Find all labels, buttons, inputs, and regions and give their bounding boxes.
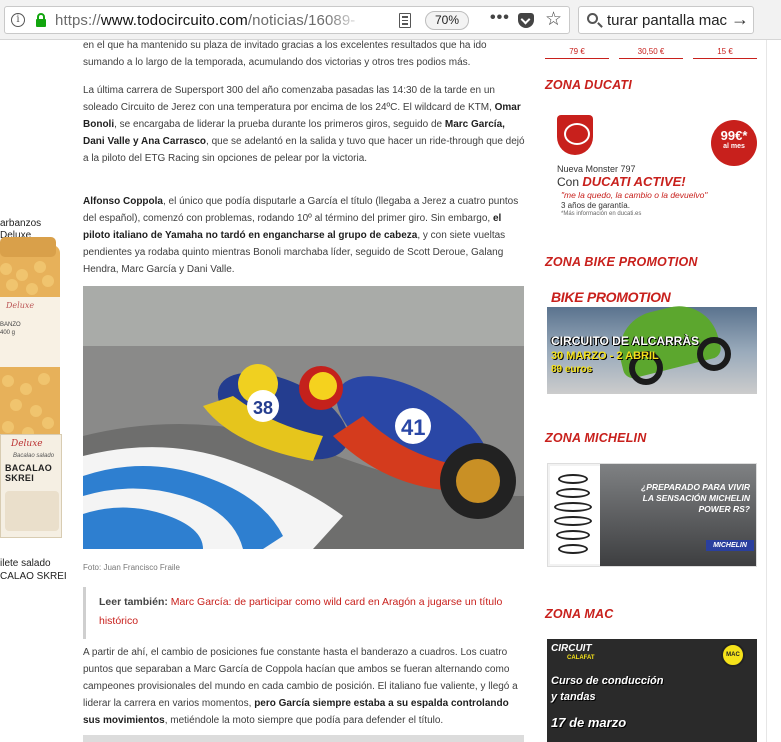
- ad-bottom-text: ilete salado CALAO SKREI: [0, 558, 67, 582]
- chickpea-jar-image: Deluxe BANZO 400 g: [0, 237, 60, 455]
- product-price[interactable]: 15 €: [693, 40, 757, 59]
- product-price[interactable]: 30,50 €: [619, 40, 683, 59]
- site-info-icon[interactable]: i: [11, 13, 25, 27]
- svg-text:41: 41: [401, 415, 425, 440]
- bike-promotion-logo: BIKE PROMOTION: [551, 289, 671, 305]
- article-paragraph: Alfonso Coppola, el único que podía disp…: [83, 196, 519, 275]
- michelin-ad[interactable]: ¿PREPARADO PARA VIVIR LA SENSACIÓN MICHE…: [547, 463, 757, 567]
- product-prices: 79 € 30,50 € 15 €: [545, 40, 757, 60]
- article-paragraph: La última carrera de Supersport 300 del …: [83, 85, 525, 164]
- right-sidebar: 79 € 30,50 € 15 € ZONA DUCATI 99€* al mes…: [531, 40, 781, 742]
- ducati-ad[interactable]: 99€* al mes Nueva Monster 797 Con DUCATI …: [547, 108, 757, 220]
- search-icon: [587, 13, 598, 24]
- svg-text:38: 38: [253, 398, 273, 418]
- zone-bike-promotion-heading: ZONA BIKE PROMOTION: [545, 255, 698, 269]
- pocket-icon[interactable]: [518, 13, 534, 28]
- next-image-edge: [83, 735, 524, 742]
- zone-ducati-heading: ZONA DUCATI: [545, 78, 632, 92]
- url-fade: [325, 9, 365, 31]
- search-input[interactable]: turar pantalla mac: [607, 12, 729, 29]
- race-photo-image: 38 41: [83, 286, 524, 549]
- price-badge: 99€* al mes: [711, 120, 757, 166]
- left-advertisement[interactable]: arbanzos Deluxe Deluxe BANZO 400 g Deluxe…: [0, 40, 73, 742]
- mac-ad[interactable]: CIRCUIT CALAFAT MAC Curso de conducción …: [547, 639, 757, 742]
- circuit-logo: CIRCUIT: [551, 643, 592, 654]
- photo-caption: Foto: Juan Francisco Fraile: [83, 563, 180, 572]
- article-body: en el que ha mantenido su plaza de invit…: [73, 40, 531, 742]
- mac-badge-icon: MAC: [721, 643, 745, 667]
- search-bar[interactable]: turar pantalla mac →: [578, 6, 754, 34]
- right-edge-advertisement: [767, 40, 781, 742]
- address-bar[interactable]: i https://www.todocircuito.com/noticias/…: [4, 6, 570, 34]
- race-photo[interactable]: 38 41: [83, 286, 524, 549]
- reader-view-icon[interactable]: [399, 13, 411, 28]
- read-also-box: Leer también: Marc García: de participar…: [83, 587, 524, 639]
- browser-toolbar: i https://www.todocircuito.com/noticias/…: [0, 0, 781, 40]
- article-paragraph: A partir de ahí, el cambio de posiciones…: [83, 647, 518, 726]
- zone-michelin-heading: ZONA MICHELIN: [545, 431, 647, 445]
- michelin-logo: MICHELIN: [706, 540, 754, 551]
- lock-icon[interactable]: [35, 13, 47, 27]
- ducati-logo-icon: [557, 115, 593, 155]
- bookmark-star-icon[interactable]: ☆: [545, 8, 562, 31]
- michelin-man-icon: [550, 466, 600, 564]
- product-price[interactable]: 79 €: [545, 40, 609, 59]
- motorcycle-image: [600, 464, 756, 566]
- article-paragraph: en el que ha mantenido su plaza de invit…: [83, 40, 487, 68]
- zone-mac-heading: ZONA MAC: [545, 607, 614, 621]
- zoom-indicator[interactable]: 70%: [425, 11, 469, 30]
- search-go-arrow-icon[interactable]: →: [731, 9, 749, 30]
- url-text[interactable]: https://www.todocircuito.com/noticias/16…: [55, 12, 355, 29]
- page-actions-icon[interactable]: •••: [490, 9, 510, 27]
- bike-promotion-ad[interactable]: BIKE PROMOTION CIRCUITO DE ALCARRÀS 30 M…: [547, 287, 757, 394]
- cod-package-image: Deluxe Bacalao salado BACALAO SKREI: [0, 434, 62, 538]
